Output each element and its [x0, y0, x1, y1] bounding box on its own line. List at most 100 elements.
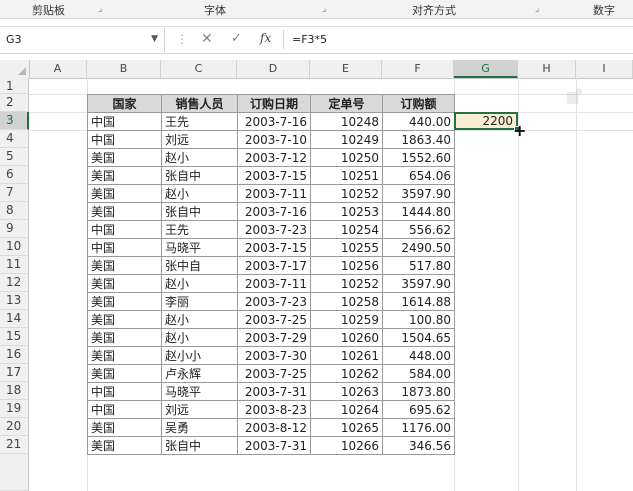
cell-order-id[interactable]: 10254 [310, 220, 383, 239]
cell-country[interactable]: 美国 [87, 328, 162, 347]
cell-order-id[interactable]: 10248 [310, 112, 383, 131]
cell-order-id[interactable]: 10261 [310, 346, 383, 365]
column-header-h[interactable]: H [518, 60, 576, 78]
cell-salesperson[interactable]: 张自中 [161, 436, 238, 455]
cell-salesperson[interactable]: 张自中 [161, 202, 238, 221]
row-header-4[interactable]: 4 [0, 130, 29, 148]
row-header-14[interactable]: 14 [0, 310, 29, 328]
cell-order-id[interactable]: 10263 [310, 382, 383, 401]
cell-order-id[interactable]: 10250 [310, 148, 383, 167]
cell-country[interactable]: 美国 [87, 436, 162, 455]
cell-order-amount[interactable]: 1444.80 [382, 202, 455, 221]
row-header-5[interactable]: 5 [0, 148, 29, 166]
cell-order-amount[interactable]: 517.80 [382, 256, 455, 275]
column-header-f[interactable]: F [382, 60, 454, 78]
cell-order-id[interactable]: 10252 [310, 184, 383, 203]
row-header-11[interactable]: 11 [0, 256, 29, 274]
cell-salesperson[interactable]: 马晓平 [161, 238, 238, 257]
cell-country[interactable]: 美国 [87, 346, 162, 365]
cell-order-date[interactable]: 2003-7-25 [237, 364, 311, 383]
cell-salesperson[interactable]: 刘远 [161, 130, 238, 149]
row-header-17[interactable]: 17 [0, 364, 29, 382]
cell-order-date[interactable]: 2003-7-25 [237, 310, 311, 329]
header-salesperson[interactable]: 销售人员 [161, 94, 238, 113]
row-header-6[interactable]: 6 [0, 166, 29, 184]
cell-country[interactable]: 美国 [87, 202, 162, 221]
active-cell-g3[interactable]: 2200 [454, 112, 518, 130]
cell-order-id[interactable]: 10264 [310, 400, 383, 419]
cell-country[interactable]: 中国 [87, 220, 162, 239]
row-header-15[interactable]: 15 [0, 328, 29, 346]
row-header-7[interactable]: 7 [0, 184, 29, 202]
cell-order-date[interactable]: 2003-7-31 [237, 382, 311, 401]
cell-order-date[interactable]: 2003-7-31 [237, 436, 311, 455]
cell-country[interactable]: 美国 [87, 274, 162, 293]
cell-country[interactable]: 中国 [87, 400, 162, 419]
cell-country[interactable]: 美国 [87, 184, 162, 203]
cell-salesperson[interactable]: 卢永辉 [161, 364, 238, 383]
cell-order-id[interactable]: 10256 [310, 256, 383, 275]
cell-salesperson[interactable]: 李丽 [161, 292, 238, 311]
cell-salesperson[interactable]: 赵小 [161, 274, 238, 293]
cell-order-date[interactable]: 2003-7-30 [237, 346, 311, 365]
cell-order-amount[interactable]: 3597.90 [382, 184, 455, 203]
header-order-date[interactable]: 订购日期 [237, 94, 311, 113]
column-header-e[interactable]: E [310, 60, 382, 78]
dialog-launcher-icon[interactable]: ⌟ [322, 4, 326, 14]
row-header-9[interactable]: 9 [0, 220, 29, 238]
cell-salesperson[interactable]: 张自中 [161, 166, 238, 185]
cell-order-id[interactable]: 10265 [310, 418, 383, 437]
header-order-id[interactable]: 定单号 [310, 94, 383, 113]
cell-order-id[interactable]: 10253 [310, 202, 383, 221]
cell-order-id[interactable]: 10259 [310, 310, 383, 329]
cell-country[interactable]: 美国 [87, 256, 162, 275]
row-header-13[interactable]: 13 [0, 292, 29, 310]
cell-salesperson[interactable]: 赵小 [161, 310, 238, 329]
name-box[interactable]: G3 ▼ [0, 27, 165, 52]
cell-order-id[interactable]: 10251 [310, 166, 383, 185]
cell-country[interactable]: 中国 [87, 112, 162, 131]
cell-order-date[interactable]: 2003-7-23 [237, 220, 311, 239]
cell-order-date[interactable]: 2003-7-11 [237, 274, 311, 293]
cell-order-amount[interactable]: 1873.80 [382, 382, 455, 401]
row-header-21[interactable]: 21 [0, 436, 29, 454]
row-header-3[interactable]: 3 [0, 112, 29, 130]
row-header-12[interactable]: 12 [0, 274, 29, 292]
cell-order-amount[interactable]: 1863.40 [382, 130, 455, 149]
row-header-18[interactable]: 18 [0, 382, 29, 400]
column-header-i[interactable]: I [576, 60, 633, 78]
header-order-amount[interactable]: 订购额 [382, 94, 455, 113]
cell-salesperson[interactable]: 赵小 [161, 148, 238, 167]
cell-order-id[interactable]: 10262 [310, 364, 383, 383]
cell-order-date[interactable]: 2003-7-12 [237, 148, 311, 167]
row-header-10[interactable]: 10 [0, 238, 29, 256]
cell-salesperson[interactable]: 赵小小 [161, 346, 238, 365]
cell-order-date[interactable]: 2003-7-11 [237, 184, 311, 203]
cell-order-amount[interactable]: 2490.50 [382, 238, 455, 257]
chevron-down-icon[interactable]: ▼ [151, 27, 158, 52]
cell-order-id[interactable]: 10249 [310, 130, 383, 149]
cancel-icon[interactable]: ✕ [201, 31, 213, 47]
column-header-d[interactable]: D [237, 60, 310, 78]
cell-order-amount[interactable]: 448.00 [382, 346, 455, 365]
cell-salesperson[interactable]: 张中自 [161, 256, 238, 275]
dialog-launcher-icon[interactable]: ⌟ [535, 4, 539, 14]
cell-country[interactable]: 中国 [87, 130, 162, 149]
row-header-22[interactable] [0, 454, 29, 491]
cell-order-amount[interactable]: 556.62 [382, 220, 455, 239]
cell-order-id[interactable]: 10266 [310, 436, 383, 455]
cell-order-amount[interactable]: 1552.60 [382, 148, 455, 167]
cell-country[interactable]: 美国 [87, 166, 162, 185]
row-header-20[interactable]: 20 [0, 418, 29, 436]
cell-country[interactable]: 美国 [87, 310, 162, 329]
row-header-8[interactable]: 8 [0, 202, 29, 220]
cell-order-date[interactable]: 2003-7-23 [237, 292, 311, 311]
cell-order-date[interactable]: 2003-8-23 [237, 400, 311, 419]
cell-order-date[interactable]: 2003-7-15 [237, 238, 311, 257]
column-header-b[interactable]: B [87, 60, 161, 78]
enter-icon[interactable]: ✓ [231, 31, 242, 46]
cell-salesperson[interactable]: 王先 [161, 112, 238, 131]
cell-order-amount[interactable]: 440.00 [382, 112, 455, 131]
cell-order-date[interactable]: 2003-7-15 [237, 166, 311, 185]
cell-order-id[interactable]: 10252 [310, 274, 383, 293]
